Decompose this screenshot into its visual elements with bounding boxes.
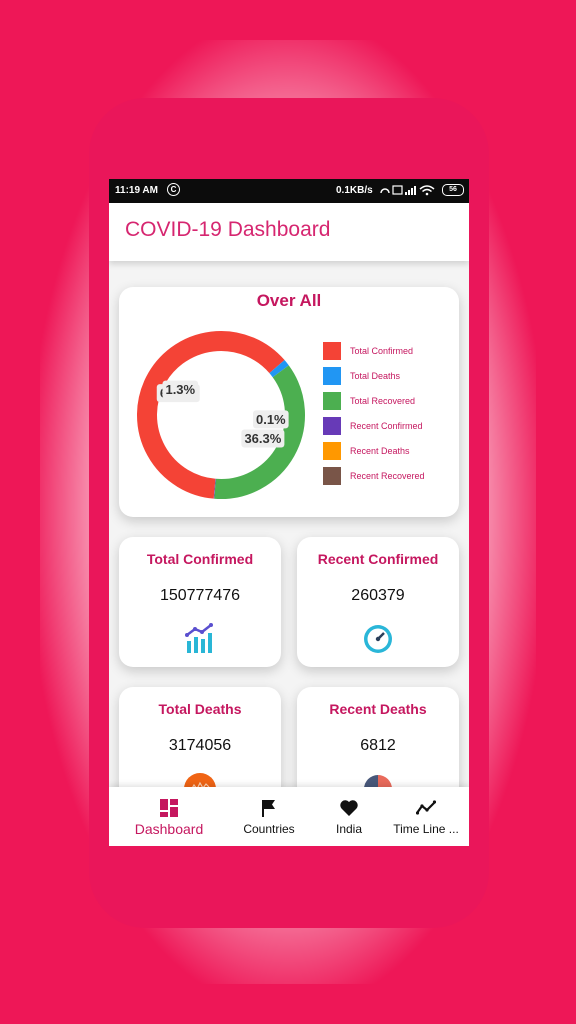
svg-text:0.1%: 0.1%: [256, 412, 286, 427]
nav-timeline[interactable]: Time Line ...: [389, 787, 463, 846]
speedometer-icon: [364, 625, 392, 653]
stat-title: Total Deaths: [158, 701, 242, 717]
bar-chart-icon: [185, 623, 213, 653]
overall-donut-chart: 62.2%1.3%36.3%0.1%: [137, 331, 305, 499]
legend-label: Recent Recovered: [350, 471, 425, 481]
donut-label: 0.1%: [253, 410, 289, 429]
donut-label: 36.3%: [241, 429, 285, 448]
dashboard-icon: [160, 799, 178, 817]
overall-card: Over All 62.2%1.3%36.3%0.1% Total Confir…: [119, 287, 459, 517]
timeline-icon: [416, 800, 436, 815]
app-bar: COVID-19 Dashboard: [109, 203, 469, 261]
total-confirmed-card[interactable]: Total Confirmed 150777476: [119, 537, 281, 667]
stat-title: Total Confirmed: [146, 551, 254, 567]
donut-label: 1.3%: [162, 380, 199, 399]
legend-label: Recent Deaths: [350, 446, 410, 456]
nav-label: Countries: [243, 822, 295, 836]
legend-label: Recent Confirmed: [350, 421, 423, 431]
legend-swatch: [323, 442, 341, 460]
battery-icon: 56: [442, 184, 464, 196]
legend-label: Total Confirmed: [350, 346, 414, 356]
donut-slice-total-deaths: [269, 360, 289, 378]
nav-india[interactable]: India: [324, 787, 374, 846]
bottom-navigation: Dashboard Countries India Time Line ...: [109, 787, 469, 846]
status-time: 11:19 AM: [115, 185, 158, 196]
status-net-speed: 0.1KB/s: [336, 185, 373, 196]
legend-label: Total Deaths: [350, 371, 401, 381]
nav-label: Time Line ...: [393, 822, 459, 836]
flag-icon: [262, 800, 275, 817]
stat-value: 150777476: [159, 587, 241, 604]
legend-swatch: [323, 342, 341, 360]
status-bar: 11:19 AM C 0.1KB/s 56: [109, 179, 469, 203]
nav-dashboard[interactable]: Dashboard: [129, 787, 209, 846]
stat-title: Recent Deaths: [329, 701, 427, 717]
stat-title: Recent Confirmed: [317, 551, 439, 567]
overall-title: Over All: [256, 291, 322, 310]
stat-value: 260379: [351, 587, 405, 604]
nav-countries[interactable]: Countries: [234, 787, 304, 846]
legend-swatch: [323, 392, 341, 410]
svg-text:36.3%: 36.3%: [244, 431, 281, 446]
svg-text:1.3%: 1.3%: [165, 382, 195, 397]
legend-swatch: [323, 467, 341, 485]
phone-screen: 11:19 AM C 0.1KB/s 56 COVID-19 Dashboard…: [109, 179, 469, 846]
status-signal-icons: [379, 184, 439, 199]
stat-value: 6812: [360, 737, 396, 754]
legend-swatch: [323, 417, 341, 435]
heart-icon: [340, 800, 358, 816]
legend-swatch: [323, 367, 341, 385]
signal-wifi-icon: [380, 185, 435, 196]
status-c-icon: C: [167, 183, 180, 196]
nav-label: Dashboard: [134, 821, 204, 837]
legend-label: Total Recovered: [350, 396, 416, 406]
recent-confirmed-card[interactable]: Recent Confirmed 260379: [297, 537, 459, 667]
nav-label: India: [335, 822, 363, 836]
stat-value: 3174056: [168, 737, 232, 754]
app-title: COVID-19 Dashboard: [125, 218, 331, 241]
